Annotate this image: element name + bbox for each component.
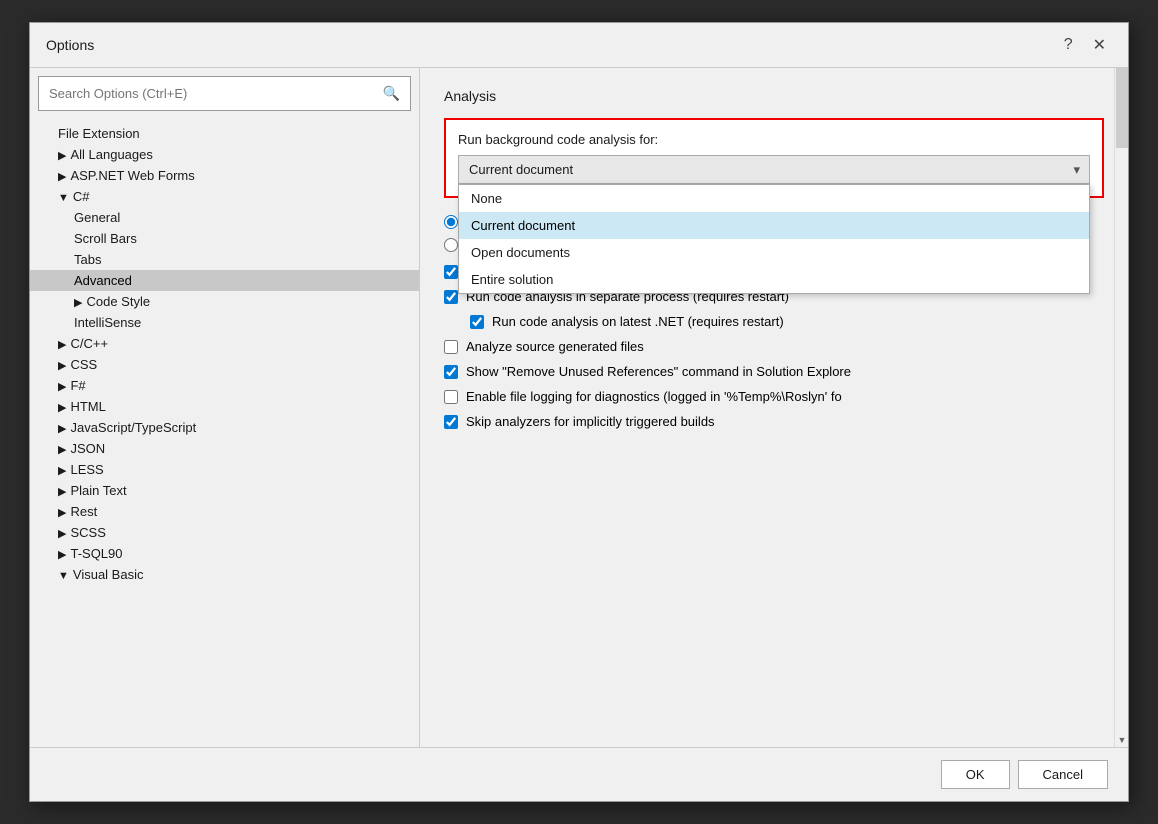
tree-arrow: ▶: [58, 150, 66, 162]
checkbox-item-file-logging: Enable file logging for diagnostics (log…: [444, 389, 1104, 404]
close-button[interactable]: ✕: [1087, 33, 1112, 57]
title-bar: Options ? ✕: [30, 23, 1128, 68]
tree-arrow: ▶: [58, 444, 66, 456]
checkbox-pull-diagnostics[interactable]: [444, 265, 458, 279]
checkbox-latest-net[interactable]: [470, 315, 484, 329]
dropdown-group: Run background code analysis for: Curren…: [444, 118, 1104, 198]
checkbox-label-skip-analyzers: Skip analyzers for implicitly triggered …: [466, 414, 715, 429]
checkbox-label-latest-net: Run code analysis on latest .NET (requir…: [492, 314, 784, 329]
checkbox-source-generated[interactable]: [444, 340, 458, 354]
sidebar-item-csharp-scrollbars[interactable]: Scroll Bars: [30, 228, 419, 249]
checkbox-label-source-generated: Analyze source generated files: [466, 339, 644, 354]
dropdown-option-current-document[interactable]: Current document: [459, 212, 1089, 239]
tree-arrow: ▶: [58, 402, 66, 414]
dropdown-wrapper: Current document NoneCurrent documentOpe…: [458, 155, 1090, 184]
sidebar-item-tsql90[interactable]: ▶T-SQL90: [30, 543, 419, 564]
sidebar-item-aspnet-web-forms[interactable]: ▶ASP.NET Web Forms: [30, 165, 419, 186]
ok-button[interactable]: OK: [941, 760, 1010, 789]
tree-arrow: ▶: [58, 171, 66, 183]
sidebar-item-all-languages[interactable]: ▶All Languages: [30, 144, 419, 165]
checkbox-item-latest-net: Run code analysis on latest .NET (requir…: [470, 314, 1104, 329]
main-content: Analysis Run background code analysis fo…: [420, 68, 1128, 747]
section-title: Analysis: [444, 88, 1104, 104]
checkbox-item-remove-unused-refs: Show "Remove Unused References" command …: [444, 364, 1104, 379]
tree-arrow: ▶: [58, 528, 66, 540]
radio-at-end-of-line[interactable]: [444, 215, 458, 229]
cancel-button[interactable]: Cancel: [1018, 760, 1108, 789]
checkbox-label-file-logging: Enable file logging for diagnostics (log…: [466, 389, 842, 404]
checkbox-item-skip-analyzers: Skip analyzers for implicitly triggered …: [444, 414, 1104, 429]
sidebar-item-csharp-general[interactable]: General: [30, 207, 419, 228]
sidebar: 🔍 File Extension▶All Languages▶ASP.NET W…: [30, 68, 420, 747]
tree-arrow: ▶: [58, 549, 66, 561]
tree: File Extension▶All Languages▶ASP.NET Web…: [30, 119, 419, 747]
dropdown-option-entire-solution[interactable]: Entire solution: [459, 266, 1089, 293]
dropdown-current[interactable]: Current document: [458, 155, 1090, 184]
help-button[interactable]: ?: [1058, 34, 1079, 56]
checkbox-remove-unused-refs[interactable]: [444, 365, 458, 379]
tree-arrow: ▶: [58, 465, 66, 477]
sidebar-item-csharp-advanced[interactable]: Advanced: [30, 270, 419, 291]
title-bar-right: ? ✕: [1058, 33, 1112, 57]
sidebar-item-less[interactable]: ▶LESS: [30, 459, 419, 480]
scroll-down-arrow[interactable]: ▼: [1115, 733, 1128, 747]
tree-arrow: ▼: [58, 570, 69, 582]
dialog-title: Options: [46, 37, 94, 53]
dropdown-option-open-documents[interactable]: Open documents: [459, 239, 1089, 266]
tree-arrow: ▶: [58, 423, 66, 435]
sidebar-item-fsharp[interactable]: ▶F#: [30, 375, 419, 396]
search-input[interactable]: [49, 86, 383, 101]
tree-arrow: ▶: [58, 507, 66, 519]
title-bar-left: Options: [46, 37, 94, 53]
search-icon: 🔍: [383, 85, 400, 102]
sidebar-item-csharp-codestyle[interactable]: ▶Code Style: [30, 291, 419, 312]
sidebar-item-visual-basic[interactable]: ▼Visual Basic: [30, 564, 419, 585]
tree-arrow: ▶: [58, 486, 66, 498]
checkbox-skip-analyzers[interactable]: [444, 415, 458, 429]
tree-arrow: ▶: [74, 297, 82, 309]
content-area: Analysis Run background code analysis fo…: [420, 68, 1128, 747]
dialog-body: 🔍 File Extension▶All Languages▶ASP.NET W…: [30, 68, 1128, 747]
scrollbar-thumb[interactable]: [1116, 68, 1128, 148]
tree-arrow: ▼: [58, 192, 69, 204]
sidebar-item-csharp-intellisense[interactable]: IntelliSense: [30, 312, 419, 333]
radio-right-edge[interactable]: [444, 238, 458, 252]
checkbox-item-source-generated: Analyze source generated files: [444, 339, 1104, 354]
checkbox-label-remove-unused-refs: Show "Remove Unused References" command …: [466, 364, 851, 379]
sidebar-item-html[interactable]: ▶HTML: [30, 396, 419, 417]
tree-arrow: ▶: [58, 360, 66, 372]
sidebar-item-cpp[interactable]: ▶C/C++: [30, 333, 419, 354]
search-box[interactable]: 🔍: [38, 76, 411, 111]
sidebar-item-csharp[interactable]: ▼C#: [30, 186, 419, 207]
checkbox-file-logging[interactable]: [444, 390, 458, 404]
tree-arrow: ▶: [58, 381, 66, 393]
sidebar-item-scss[interactable]: ▶SCSS: [30, 522, 419, 543]
sidebar-item-javascript[interactable]: ▶JavaScript/TypeScript: [30, 417, 419, 438]
sidebar-item-css[interactable]: ▶CSS: [30, 354, 419, 375]
sidebar-item-csharp-tabs[interactable]: Tabs: [30, 249, 419, 270]
options-dialog: Options ? ✕ 🔍 File Extension▶All Languag…: [29, 22, 1129, 802]
dialog-footer: OK Cancel: [30, 747, 1128, 801]
sidebar-item-json[interactable]: ▶JSON: [30, 438, 419, 459]
sidebar-item-rest[interactable]: ▶Rest: [30, 501, 419, 522]
sidebar-item-plain-text[interactable]: ▶Plain Text: [30, 480, 419, 501]
dropdown-open: NoneCurrent documentOpen documentsEntire…: [458, 184, 1090, 294]
sidebar-item-file-extension[interactable]: File Extension: [30, 123, 419, 144]
dropdown-label: Run background code analysis for:: [458, 132, 1090, 147]
tree-arrow: ▶: [58, 339, 66, 351]
dropdown-option-none[interactable]: None: [459, 185, 1089, 212]
checkbox-separate-process[interactable]: [444, 290, 458, 304]
scrollbar-track: ▲ ▼: [1114, 68, 1128, 747]
